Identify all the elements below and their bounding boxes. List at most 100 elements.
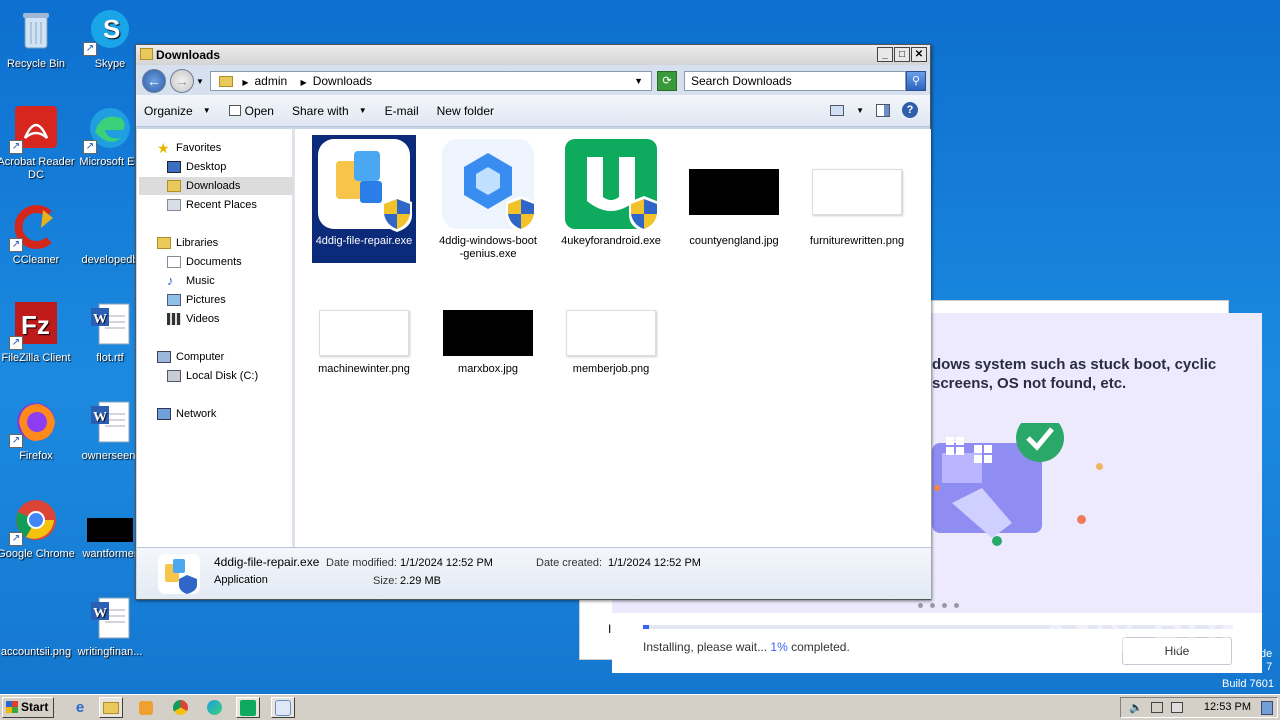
desktop-icon-ccleaner[interactable]: ↗ CCleaner xyxy=(0,204,76,267)
installer-icon xyxy=(275,699,291,716)
taskbar-ie[interactable]: e xyxy=(68,697,92,718)
taskbar-chrome[interactable] xyxy=(168,697,192,718)
nav-label: Favorites xyxy=(176,142,222,154)
address-dropdown-icon[interactable]: ▼ xyxy=(634,72,643,90)
nav-desktop[interactable]: Desktop xyxy=(167,158,226,176)
file-item[interactable]: 4ukeyforandroid.exe xyxy=(559,137,663,248)
black-thumbnail-icon xyxy=(87,498,133,544)
file-item[interactable]: furniturewritten.png xyxy=(805,137,909,248)
nav-music[interactable]: ♪ Music xyxy=(167,272,215,290)
desktop-icon-label: Firefox xyxy=(19,450,53,462)
minimize-button[interactable]: _ xyxy=(877,47,893,62)
desktop-icon-filezilla[interactable]: Fz ↗ FileZilla Client xyxy=(0,302,76,365)
change-view-icon[interactable] xyxy=(830,104,845,116)
nav-downloads[interactable]: Downloads xyxy=(139,177,293,195)
close-button[interactable]: ✕ xyxy=(911,47,927,62)
preview-pane-icon[interactable] xyxy=(876,103,890,117)
network-tray-icon[interactable] xyxy=(1151,702,1163,713)
nav-local-disk[interactable]: Local Disk (C:) xyxy=(167,367,258,385)
skype-icon: S ↗ xyxy=(83,8,133,56)
show-desktop-button[interactable] xyxy=(1261,701,1273,715)
refresh-icon[interactable]: ⟳ xyxy=(657,71,677,91)
taskbar: Start e 🔈 12:53 PM xyxy=(0,694,1280,720)
file-item[interactable]: countyengland.jpg xyxy=(682,137,786,248)
blank-file-icon xyxy=(87,204,133,250)
desktop-icon-label: Microsoft Ed xyxy=(79,156,141,168)
chevron-down-icon: ▼ xyxy=(202,106,211,115)
desktop-icon-chrome[interactable]: ↗ Google Chrome xyxy=(0,498,76,561)
install-status-text: Installing, please wait... 1% completed. xyxy=(643,640,850,654)
forward-button[interactable]: → xyxy=(170,69,194,93)
pictures-icon xyxy=(167,294,181,306)
desktop-icon-label: wantformer xyxy=(82,548,138,560)
breadcrumb-admin[interactable]: admin xyxy=(255,74,288,88)
file-item[interactable]: 4ddig-windows-boot-genius.exe xyxy=(436,137,540,261)
maximize-button[interactable]: □ xyxy=(894,47,910,62)
carousel-dot[interactable] xyxy=(954,603,959,608)
desktop-icon-writingfinan[interactable]: W writingfinan... xyxy=(70,596,150,659)
details-size-label: Size: xyxy=(373,575,398,587)
internet-explorer-icon: e xyxy=(75,699,85,716)
shortcut-arrow-icon: ↗ xyxy=(9,434,23,448)
system-tray: 🔈 12:53 PM xyxy=(1120,697,1278,718)
organize-button[interactable]: Organize ▼ xyxy=(144,104,211,118)
status-prefix: Installing, please wait... xyxy=(643,640,771,654)
file-name: furniturewritten.png xyxy=(809,235,905,247)
file-item[interactable]: memberjob.png xyxy=(559,307,663,376)
image-thumbnail xyxy=(563,307,659,359)
open-button[interactable]: Open xyxy=(228,104,274,118)
address-field[interactable]: ▶ admin ▶ Downloads ▼ xyxy=(210,71,652,91)
chevron-right-icon[interactable]: ▶ xyxy=(301,78,307,87)
shortcut-arrow-icon: ↗ xyxy=(9,336,23,350)
share-with-button[interactable]: Share with ▼ xyxy=(292,104,367,118)
nav-recent-places[interactable]: Recent Places xyxy=(167,196,257,214)
carousel-dot[interactable] xyxy=(918,603,923,608)
window-title: Downloads xyxy=(156,48,221,62)
nav-favorites[interactable]: ★ Favorites xyxy=(157,139,221,157)
taskbar-edge[interactable] xyxy=(202,697,226,718)
desktop-icon-label: writingfinan... xyxy=(77,646,143,658)
shortcut-arrow-icon: ↗ xyxy=(83,42,97,56)
search-icon[interactable]: ⚲ xyxy=(906,71,926,91)
desktop-icon-accountsii[interactable]: accountsii.png xyxy=(0,596,76,659)
start-button[interactable]: Start xyxy=(2,697,54,718)
recent-pages-chevron-icon[interactable]: ▼ xyxy=(196,77,204,86)
taskbar-media-player[interactable] xyxy=(134,697,158,718)
carousel-dot[interactable] xyxy=(930,603,935,608)
svg-text:S: S xyxy=(103,14,120,44)
desktop-icon-firefox[interactable]: ↗ Firefox xyxy=(0,400,76,463)
search-input[interactable]: Search Downloads xyxy=(684,71,906,91)
nav-label: Music xyxy=(186,275,215,287)
nav-label: Network xyxy=(176,408,217,420)
videos-icon xyxy=(167,313,181,325)
chevron-down-icon: ▼ xyxy=(358,106,367,115)
volume-icon[interactable]: 🔈 xyxy=(1129,701,1143,714)
nav-videos[interactable]: Videos xyxy=(167,310,219,328)
taskbar-4ukey[interactable] xyxy=(236,697,260,718)
nav-libraries[interactable]: Libraries xyxy=(157,234,218,252)
taskbar-explorer[interactable] xyxy=(99,697,123,718)
file-item[interactable]: marxbox.jpg xyxy=(436,307,540,376)
title-bar[interactable]: Downloads _ □ ✕ xyxy=(136,45,930,65)
desktop-icon-label: Acrobat Reader DC xyxy=(0,156,75,181)
action-center-icon[interactable] xyxy=(1171,702,1183,713)
breadcrumb-downloads[interactable]: Downloads xyxy=(313,74,372,88)
nav-pictures[interactable]: Pictures xyxy=(167,291,226,309)
email-button[interactable]: E-mail xyxy=(385,104,419,118)
desktop-icon-acrobat[interactable]: ↗ Acrobat Reader DC xyxy=(0,106,76,182)
taskbar-installer[interactable] xyxy=(271,697,295,718)
nav-documents[interactable]: Documents xyxy=(167,253,242,271)
new-folder-button[interactable]: New folder xyxy=(437,104,494,118)
libraries-icon xyxy=(157,237,171,249)
file-item[interactable]: machinewinter.png xyxy=(312,307,416,376)
carousel-dot[interactable] xyxy=(942,603,947,608)
back-button[interactable]: ← xyxy=(142,69,166,93)
clock[interactable]: 12:53 PM xyxy=(1204,701,1251,713)
file-item[interactable]: 4ddig-file-repair.exe xyxy=(312,135,416,263)
desktop-icon-recycle-bin[interactable]: Recycle Bin xyxy=(0,8,76,71)
chevron-right-icon[interactable]: ▶ xyxy=(242,78,248,87)
view-dropdown-icon[interactable]: ▼ xyxy=(856,106,864,115)
nav-computer[interactable]: Computer xyxy=(157,348,224,366)
nav-network[interactable]: Network xyxy=(157,405,216,423)
help-icon[interactable]: ? xyxy=(902,102,918,118)
